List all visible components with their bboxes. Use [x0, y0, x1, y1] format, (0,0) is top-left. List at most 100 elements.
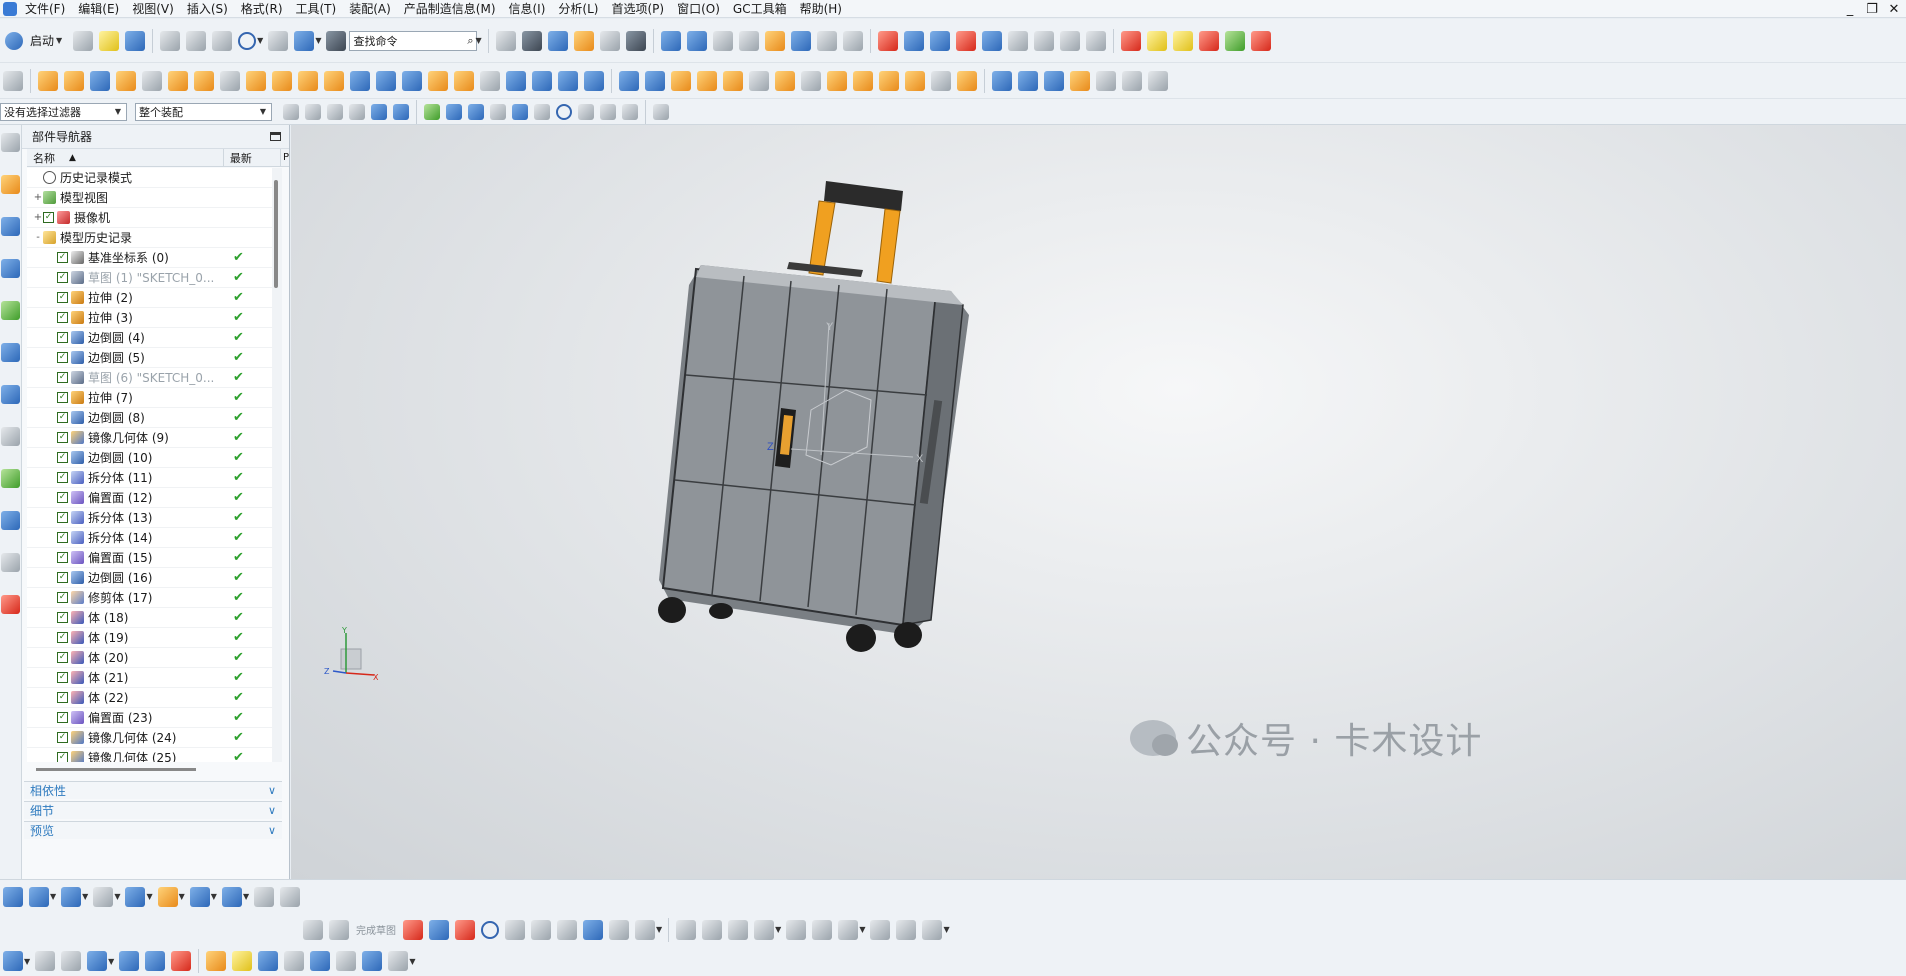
chevron-down-icon[interactable]: ▼ [179, 892, 185, 901]
menu-item[interactable]: 信息(I) [505, 0, 555, 17]
quick-trim-icon[interactable] [676, 919, 697, 940]
fit-view-icon[interactable] [495, 30, 516, 51]
feature-row[interactable]: ✓ 拉伸 (2) ✔ [27, 288, 277, 308]
expand-icon[interactable]: + [33, 212, 43, 223]
text-search-icon[interactable] [254, 886, 275, 907]
rapid-dimension-icon[interactable] [786, 919, 807, 940]
rectangle-select-icon[interactable] [349, 103, 365, 120]
visibility-checkbox[interactable]: ✓ [57, 512, 68, 523]
global-shaping-icon[interactable] [1070, 70, 1090, 91]
arc-icon[interactable] [955, 30, 976, 51]
display-mode-icon[interactable] [294, 30, 315, 51]
minimize-button[interactable]: _ [1842, 2, 1858, 17]
feature-row[interactable]: ✓ 镜像几何体 (9) ✔ [27, 428, 277, 448]
i-form-icon[interactable] [1018, 70, 1038, 91]
chevron-down-icon[interactable]: ▼ [50, 892, 56, 901]
subtract-icon[interactable] [246, 70, 266, 91]
chevron-down-icon[interactable]: ▼ [656, 925, 662, 934]
close-button[interactable]: ✕ [1886, 2, 1902, 17]
drafting-icon[interactable] [189, 886, 210, 907]
process-studio-icon[interactable] [1, 511, 20, 530]
make-coplanar-icon[interactable] [206, 951, 227, 971]
snap-point-icon[interactable] [578, 103, 594, 120]
select-settings-icon[interactable] [283, 103, 299, 120]
zebra-icon[interactable] [1250, 30, 1271, 51]
feature-row[interactable]: ✓ 体 (22) ✔ [27, 688, 277, 708]
snap-intersection-icon[interactable] [490, 103, 506, 120]
menu-item[interactable]: 分析(L) [554, 0, 607, 17]
delete-face-icon[interactable] [957, 70, 977, 91]
chevron-down-icon[interactable]: ▼ [257, 36, 263, 45]
tree-vertical-scrollbar[interactable] [272, 168, 282, 762]
mirror-body-icon[interactable] [506, 70, 526, 91]
visibility-checkbox[interactable]: ✓ [57, 472, 68, 483]
column-extra[interactable]: P [281, 149, 289, 166]
convert-reference-icon[interactable] [922, 919, 943, 940]
studio-spline-icon[interactable] [981, 30, 1002, 51]
assembly-navigator-icon[interactable] [1, 175, 20, 194]
face-color-icon[interactable] [1120, 30, 1141, 51]
draft-analysis-icon[interactable] [1198, 30, 1219, 51]
feature-row[interactable]: ✓ 边倒圆 (10) ✔ [27, 448, 277, 468]
sketch-line-icon[interactable] [429, 919, 449, 940]
feature-row[interactable]: ✓ 草图 (1) "SKETCH_0... ✔ [27, 268, 277, 288]
open-folder-icon[interactable] [99, 30, 120, 51]
visibility-checkbox[interactable]: ✓ [57, 492, 68, 503]
text-style-icon[interactable] [280, 886, 301, 907]
chevron-down-icon[interactable]: ▼ [409, 957, 415, 966]
snap-quadrant-icon[interactable] [534, 103, 550, 120]
shaded-icon[interactable] [547, 30, 568, 51]
sketch-icon[interactable] [3, 70, 23, 91]
patch-icon[interactable] [801, 70, 821, 91]
clipboard-icon[interactable] [653, 103, 669, 120]
visibility-checkbox[interactable]: ✓ [57, 672, 68, 683]
tree-horizontal-scrollbar[interactable] [36, 768, 196, 771]
snap-icon[interactable] [764, 30, 785, 51]
offset-curve-icon[interactable] [1007, 30, 1028, 51]
start-button[interactable]: 启动 ▼ [0, 31, 70, 50]
visibility-checkbox[interactable]: ✓ [57, 592, 68, 603]
grid-icon[interactable] [816, 30, 837, 51]
visibility-checkbox[interactable]: ✓ [57, 272, 68, 283]
menu-item[interactable]: 编辑(E) [74, 0, 128, 17]
column-name[interactable]: 名称 ▲ [27, 149, 224, 166]
render-style-icon[interactable] [521, 30, 542, 51]
mirror-curve-icon[interactable] [754, 919, 775, 940]
visibility-checkbox[interactable]: ✓ [57, 332, 68, 343]
tree-node[interactable]: - 模型历史记录 [27, 228, 277, 248]
constraint-navigator-icon[interactable] [1, 217, 20, 236]
hide-body-icon[interactable] [393, 103, 409, 120]
snap-endpoint-icon[interactable] [424, 103, 440, 120]
feature-row[interactable]: ✓ 边倒圆 (8) ✔ [27, 408, 277, 428]
panel-preview[interactable]: 预览 ∨ [24, 821, 282, 839]
deselect-icon[interactable] [327, 103, 343, 120]
visibility-checkbox[interactable]: ✓ [43, 212, 54, 223]
visibility-checkbox[interactable]: ✓ [57, 392, 68, 403]
mirror-feature-icon[interactable] [532, 70, 552, 91]
feature-row[interactable]: ✓ 体 (18) ✔ [27, 608, 277, 628]
move-component-icon[interactable] [93, 886, 114, 907]
divide-face-icon[interactable] [905, 70, 925, 91]
extension-icon[interactable] [827, 70, 847, 91]
reflection-icon[interactable] [1224, 30, 1245, 51]
visibility-checkbox[interactable]: ✓ [57, 292, 68, 303]
feature-row[interactable]: ✓ 镜像几何体 (25) ✔ [27, 748, 277, 762]
edge-blend-icon[interactable] [350, 70, 370, 91]
visibility-checkbox[interactable]: ✓ [57, 352, 68, 363]
profile-icon[interactable] [403, 919, 423, 940]
copy-icon[interactable] [186, 30, 207, 51]
copy-face-icon[interactable] [310, 951, 331, 971]
manufacturing-wizard-icon[interactable] [1, 553, 20, 572]
expand-icon[interactable]: + [33, 192, 43, 203]
menu-item[interactable]: 视图(V) [128, 0, 183, 17]
maximize-icon[interactable] [270, 132, 281, 141]
sketch-point-icon[interactable] [609, 919, 629, 940]
cut-icon[interactable] [160, 30, 181, 51]
menu-item[interactable]: 产品制造信息(M) [400, 0, 505, 17]
feature-row[interactable]: ✓ 体 (19) ✔ [27, 628, 277, 648]
through-mesh-icon[interactable] [645, 70, 665, 91]
undo-icon[interactable] [238, 31, 257, 50]
group-face-icon[interactable] [284, 951, 305, 971]
feature-row[interactable]: ✓ 拉伸 (3) ✔ [27, 308, 277, 328]
selection-filter-select[interactable]: 没有选择过滤器 ▼ [0, 102, 127, 121]
